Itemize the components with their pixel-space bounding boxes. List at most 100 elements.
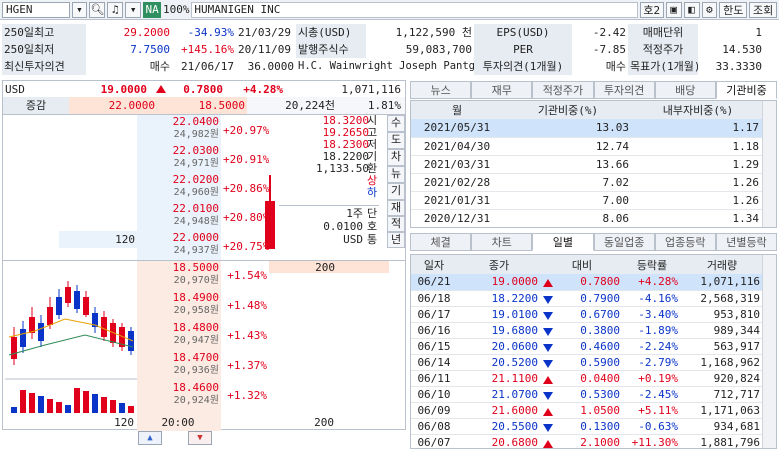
ho-button[interactable]: 호2 [639,1,664,18]
tab-tabs1-1[interactable]: 재무 [471,81,533,99]
ask-row[interactable]: 22.0300 24,971원 [137,144,221,170]
side-tab[interactable]: 년 [387,232,405,248]
change: 1.0500 [580,403,620,417]
label: PER [474,41,572,58]
bid-percent: +1.54% [227,269,267,282]
limit-button[interactable]: 한도 [719,1,748,18]
tab-tabs1-5[interactable]: 기관비중 [715,81,778,99]
bid-krw: 20,947원 [173,335,219,346]
volume-bar [74,388,80,413]
search-icon[interactable]: 🔍︎ [89,1,106,18]
side-tab[interactable]: 수 [387,115,405,132]
currency: USD [343,233,363,246]
daily-row[interactable]: 06/10 21.0700 0.5300 -2.45% 712,717 [411,386,763,403]
scroll-down-button[interactable]: ▼ [188,431,212,445]
value: -2.42 [592,26,626,39]
scrollbar[interactable] [762,101,776,227]
bid-price: 18.4800 [172,321,219,334]
side-tab[interactable]: 차 [387,149,405,166]
up-icon [543,375,553,384]
value: 매수 [605,60,626,73]
inst-row[interactable]: 2021/02/28 7.02 1.26 [411,173,763,192]
side-tab[interactable]: 기 [387,183,405,200]
window-icon[interactable]: ◧ [683,1,700,18]
tab-tabs1-3[interactable]: 투자의견 [593,81,655,99]
tab-tabs1-0[interactable]: 뉴스 [410,81,472,99]
bid-row[interactable]: 18.4600 20,924원 [137,381,221,407]
ask-price: 22.0300 [172,144,219,157]
ask-percent: +20.97% [223,124,269,137]
firm-name: H.C. Wainwright Joseph Pantgi [298,60,474,72]
daily-row[interactable]: 06/18 18.2200 0.7900 -4.16% 2,568,319 [411,290,763,307]
bid-percent: +1.37% [227,359,267,372]
inst-row[interactable]: 2020/12/31 8.06 1.34 [411,209,763,227]
query-button[interactable]: 조회 [749,1,777,18]
side-tab[interactable]: 뉴 [387,166,405,183]
side-tab[interactable]: 재 [387,200,405,216]
daily-row[interactable]: 06/17 19.0100 0.6700 -3.40% 953,810 [411,306,763,323]
daily-row[interactable]: 06/14 20.5200 0.5900 -2.79% 1,168,962 [411,354,763,371]
date: 06/21 [411,274,457,291]
daily-row[interactable]: 06/08 20.5500 0.1300 -0.63% 934,681 [411,418,763,435]
label: 하 [366,186,378,199]
unit-values: 1주 0.0100 USD [283,207,365,246]
up-icon [543,407,553,416]
tab-tabs2-5[interactable]: 년별등락 [715,233,778,251]
dropdown-icon[interactable]: ▾ [71,1,88,18]
bid-row[interactable]: 18.4800 20,947원 [137,321,221,347]
symbol-input[interactable]: HGEN [2,1,70,18]
close: 20.5500 [457,418,541,435]
candle [11,337,17,359]
chevron-down-icon[interactable]: ▾ [125,1,142,18]
mini-chart [5,281,137,413]
scroll-up-button[interactable]: ▲ [138,431,162,445]
tab-tabs1-2[interactable]: 적정주가 [532,81,594,99]
daily-row[interactable]: 06/21 19.0000 0.7800 +4.28% 1,071,116 [411,274,763,291]
inst-row[interactable]: 2021/01/31 7.00 1.26 [411,191,763,210]
change: 0.0400 [580,371,620,385]
down-icon [543,295,553,304]
candle [29,317,35,333]
month: 2021/02/28 [411,173,503,192]
ask-row[interactable]: 22.0200 24,960원 [137,173,221,199]
ask-krw: 24,937원 [173,245,219,256]
col-insider: 내부자비중(%) [662,104,734,117]
ask-qty: 120 [59,231,137,248]
tab-tabs1-4[interactable]: 배당 [654,81,716,99]
inst-row[interactable]: 2021/03/31 13.66 1.29 [411,155,763,174]
inst-row[interactable]: 2021/04/30 12.74 1.18 [411,137,763,156]
tab-tabs2-4[interactable]: 업종등락 [654,233,716,251]
stock-name: HUMANIGEN INC [191,1,638,18]
volume-bar [56,402,62,413]
speaker-icon[interactable]: ♫ [107,1,124,18]
bid-row[interactable]: 18.4900 20,958원 [137,291,221,317]
ask-row[interactable]: 22.0000 24,937원 [137,231,221,257]
toolbar: HGEN ▾ 🔍︎ ♫ ▾ NA 100% HUMANIGEN INC 호2 ▣… [0,0,779,20]
tab-tabs2-2[interactable]: 일별 [532,233,594,251]
side-tab[interactable]: 적 [387,216,405,232]
scrollbar[interactable] [762,255,776,448]
down-icon [543,311,553,320]
volume: 989,344 [681,322,763,339]
ask-percent: +20.86% [223,182,269,195]
tab-tabs2-0[interactable]: 체결 [410,233,472,251]
tab-tabs2-1[interactable]: 차트 [471,233,533,251]
volume-bar [101,397,107,413]
label: 증감 [3,97,69,114]
daily-row[interactable]: 06/16 19.6800 0.3800 -1.89% 989,344 [411,322,763,339]
inst-row[interactable]: 2021/05/31 13.03 1.17 [411,119,763,138]
daily-row[interactable]: 06/07 20.6800 2.1000 +11.30% 1,881,796 [411,434,763,448]
daily-row[interactable]: 06/15 20.0600 0.4600 -2.24% 563,917 [411,338,763,355]
candle [83,297,89,315]
ask-row[interactable]: 22.0100 24,948원 [137,202,221,228]
order-book: 22.0400 24,982원 +20.97% 22.0300 24,971원 … [2,114,406,431]
daily-row[interactable]: 06/09 21.6000 1.0500 +5.11% 1,171,063 [411,402,763,419]
tab-tabs2-3[interactable]: 동일업종 [593,233,655,251]
daily-row[interactable]: 06/11 21.1100 0.0400 +0.19% 920,824 [411,370,763,387]
side-tab[interactable]: 도 [387,132,405,149]
ask-row[interactable]: 22.0400 24,982원 [137,115,221,141]
save-icon[interactable]: ▣ [665,1,682,18]
bid-row[interactable]: 18.5000 20,970원 [137,261,221,287]
bid-row[interactable]: 18.4700 20,936원 [137,351,221,377]
gear-icon[interactable]: ⚙ [701,1,718,18]
